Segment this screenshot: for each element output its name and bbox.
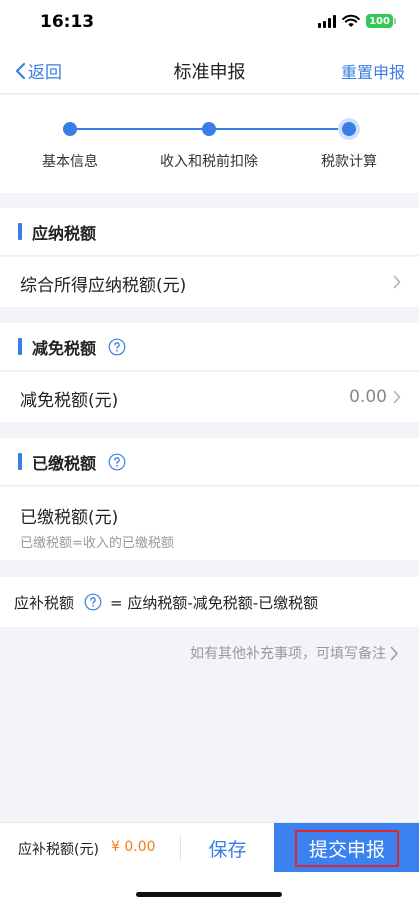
supplement-tax-label: 应补税额(元): [18, 842, 99, 858]
step-label-income-deduction[interactable]: 收入和税前扣除: [160, 151, 258, 171]
step-label-tax-calculation[interactable]: 税款计算: [321, 151, 377, 171]
back-label: 返回: [28, 63, 62, 83]
chevron-right-icon: [393, 275, 401, 289]
section-title-payable: 应纳税额: [32, 223, 97, 243]
row-right: 0.00: [349, 387, 401, 407]
reduction-tax-label: 减免税额(元): [20, 391, 119, 411]
note-text: 如有其他补充事项，可填写备注: [190, 646, 386, 662]
section-header-paid: 已缴税额: [0, 438, 419, 486]
save-button[interactable]: 保存: [181, 823, 274, 873]
question-circle-icon[interactable]: [108, 338, 126, 356]
paid-tax-hint: 已缴税额=收入的已缴税额: [20, 536, 174, 551]
question-circle-icon[interactable]: [84, 593, 102, 611]
wifi-icon: [342, 14, 360, 27]
section-accent-bar: [18, 338, 22, 355]
step-dot-income-deduction: [202, 122, 216, 136]
progress-stepper: 基本信息 收入和税前扣除 税款计算: [0, 95, 419, 193]
nav-bar: 返回 标准申报 重置申报: [0, 48, 419, 94]
battery-icon: 100: [366, 14, 396, 28]
reset-declaration-button[interactable]: 重置申报: [341, 59, 405, 83]
section-header-reduction: 减免税额: [0, 323, 419, 371]
section-title-reduction: 减免税额: [32, 338, 97, 358]
status-icons: 100: [318, 14, 396, 28]
section-accent-bar: [18, 223, 22, 240]
payable-tax-label: 综合所得应纳税额(元): [20, 276, 187, 296]
formula-expression: = 应纳税额-减免税额-已缴税额: [110, 593, 319, 612]
question-circle-icon[interactable]: [108, 453, 126, 471]
bottom-action-bar: 应补税额(元) ¥ 0.00 保存 提交申报: [0, 822, 419, 873]
section-header-payable: 应纳税额: [0, 208, 419, 256]
reduction-tax-row[interactable]: 减免税额(元) 0.00: [0, 372, 419, 422]
step-dot-tax-calculation: [338, 118, 360, 140]
chevron-right-icon: [393, 390, 401, 404]
add-note-link[interactable]: 如有其他补充事项，可填写备注: [190, 643, 399, 663]
section-accent-bar: [18, 453, 22, 470]
section-title-paid: 已缴税额: [32, 453, 97, 473]
step-dot-basic-info: [63, 122, 77, 136]
payable-tax-row[interactable]: 综合所得应纳税额(元): [0, 257, 419, 307]
submit-area: 提交申报: [274, 823, 419, 873]
signal-icon: [318, 14, 336, 28]
formula-label: 应补税额: [14, 593, 75, 612]
back-button[interactable]: 返回: [14, 58, 62, 83]
row-right: [393, 275, 401, 289]
chevron-left-icon: [15, 62, 26, 79]
supplement-tax-amount: ¥ 0.00: [111, 839, 156, 855]
submit-declaration-button[interactable]: 提交申报: [295, 830, 399, 867]
home-indicator[interactable]: [136, 892, 282, 897]
chevron-right-icon: [390, 646, 398, 660]
home-area: [0, 872, 419, 907]
status-time: 16:13: [40, 12, 95, 32]
reduction-tax-value: 0.00: [349, 387, 387, 407]
tax-formula: 应补税额 = 应纳税额-减免税额-已缴税额: [0, 577, 419, 627]
step-label-basic-info[interactable]: 基本信息: [42, 151, 98, 171]
paid-tax-row: 已缴税额(元) 已缴税额=收入的已缴税额: [0, 487, 419, 560]
status-bar: 16:13 100: [0, 0, 419, 48]
paid-tax-label: 已缴税额(元): [20, 508, 119, 528]
